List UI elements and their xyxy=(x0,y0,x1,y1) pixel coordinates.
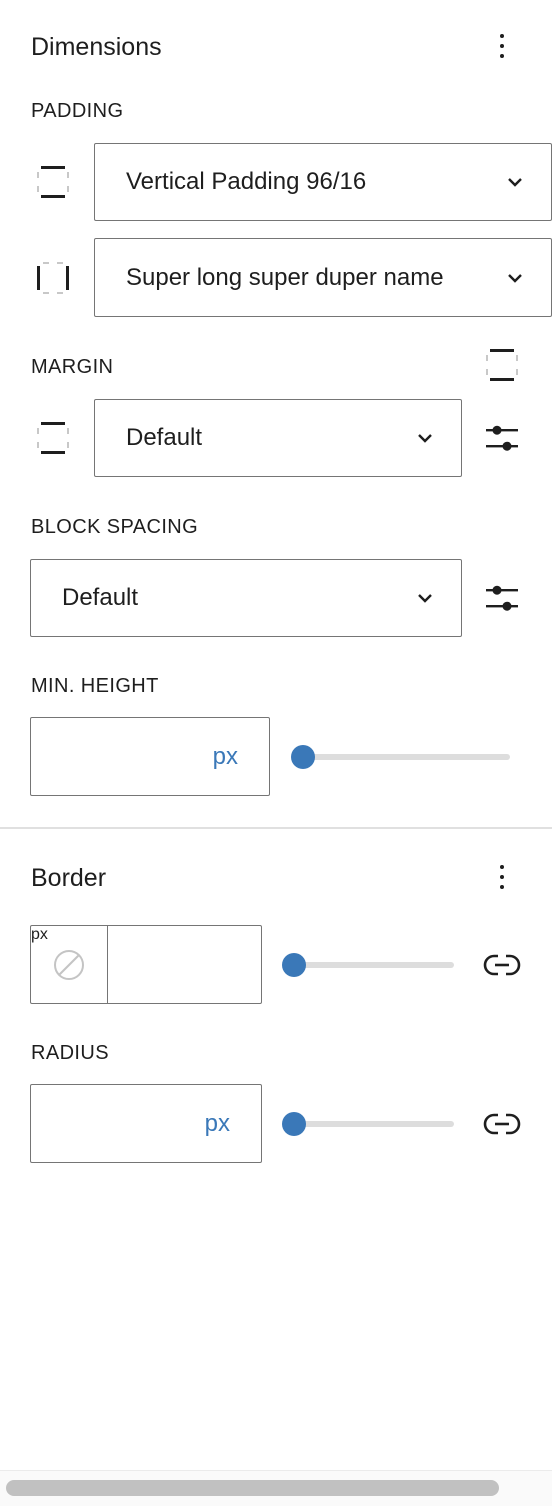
slider-thumb[interactable] xyxy=(291,745,315,769)
border-width-control[interactable]: px xyxy=(30,925,262,1004)
margin-value: Default xyxy=(126,424,203,451)
scrollbar-thumb[interactable] xyxy=(6,1480,499,1496)
slider-track xyxy=(294,1121,454,1127)
radius-label: RADIUS xyxy=(31,1042,109,1064)
slider-track xyxy=(303,754,510,760)
more-vertical-icon[interactable] xyxy=(490,861,514,893)
block-spacing-label: BLOCK SPACING xyxy=(31,516,199,538)
link-icon[interactable] xyxy=(483,953,521,977)
margin-select[interactable]: Default xyxy=(94,399,462,477)
no-color-icon xyxy=(54,949,84,980)
slider-thumb[interactable] xyxy=(282,953,306,977)
chevron-down-icon xyxy=(418,594,432,603)
chevron-down-icon xyxy=(508,178,522,187)
min-height-label: MIN. HEIGHT xyxy=(31,675,159,697)
radius-unit[interactable]: px xyxy=(205,1110,230,1138)
padding-horizontal-value: Super long super duper name xyxy=(126,263,444,291)
margin-vertical-icon xyxy=(37,422,69,454)
radius-input[interactable]: px xyxy=(30,1084,262,1163)
settings-sliders-icon[interactable] xyxy=(484,420,520,456)
padding-horizontal-select[interactable]: Super long super duper name xyxy=(94,238,552,317)
padding-vertical-value: Vertical Padding 96/16 xyxy=(126,168,367,195)
min-height-unit[interactable]: px xyxy=(213,743,238,771)
padding-vertical-select[interactable]: Vertical Padding 96/16 xyxy=(94,143,552,221)
link-icon[interactable] xyxy=(483,1112,521,1136)
border-width-slider[interactable] xyxy=(282,953,454,977)
radius-slider[interactable] xyxy=(282,1112,454,1136)
panel-divider xyxy=(0,827,552,829)
min-height-slider[interactable] xyxy=(291,745,510,769)
padding-vertical-icon xyxy=(37,166,69,198)
horizontal-scrollbar[interactable] xyxy=(0,1470,552,1506)
slider-thumb[interactable] xyxy=(282,1112,306,1136)
border-color-button[interactable] xyxy=(31,926,108,1003)
chevron-down-icon xyxy=(418,434,432,443)
margin-sides-icon[interactable] xyxy=(486,349,518,381)
dimensions-panel-title: Dimensions xyxy=(31,33,162,61)
chevron-down-icon xyxy=(508,273,522,283)
more-vertical-icon[interactable] xyxy=(490,30,514,62)
padding-label: PADDING xyxy=(31,100,124,122)
block-spacing-value: Default xyxy=(62,584,139,611)
padding-horizontal-icon xyxy=(37,262,69,294)
margin-label: MARGIN xyxy=(31,356,114,378)
settings-sliders-icon[interactable] xyxy=(484,580,520,616)
min-height-input[interactable]: px xyxy=(30,717,270,796)
block-spacing-select[interactable]: Default xyxy=(30,559,462,637)
border-panel-title: Border xyxy=(31,864,107,892)
slider-track xyxy=(294,962,454,968)
